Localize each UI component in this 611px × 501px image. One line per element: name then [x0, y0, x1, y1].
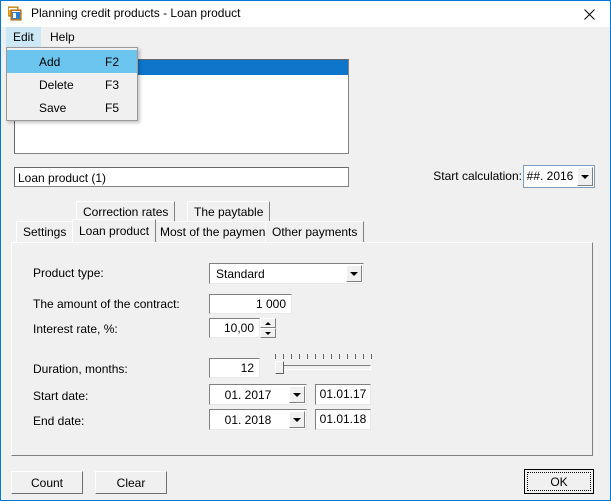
menu-edit[interactable]: Edit [6, 27, 41, 47]
window-title: Planning credit products - Loan product [31, 6, 241, 20]
tab-label: Settings [23, 225, 67, 239]
ok-button-label: OK [550, 474, 568, 489]
menu-item-add-label: Add [39, 54, 61, 69]
menu-item-add-shortcut: F2 [105, 54, 120, 69]
product-type-select[interactable]: Standard [209, 263, 364, 284]
contract-amount-input[interactable]: 1 000 [209, 294, 292, 314]
contract-amount-label: The amount of the contract: [33, 297, 180, 311]
tab-label: The paytable [194, 205, 264, 219]
title-bar: Planning credit products - Loan product [1, 1, 610, 27]
end-date-label: End date: [33, 414, 85, 428]
menu-help[interactable]: Help [43, 27, 82, 47]
interest-rate-input[interactable]: 10,00 [209, 318, 260, 338]
menu-item-save-shortcut: F5 [105, 100, 120, 115]
menu-item-delete-shortcut: F3 [105, 77, 120, 92]
product-type-label: Product type: [33, 266, 104, 280]
slider-groove [275, 365, 371, 370]
duration-label: Duration, months: [33, 362, 128, 376]
tab-loan-product[interactable]: Loan product [72, 219, 157, 242]
tab-row-bottom: Settings Loan product Most of the paymen… [11, 219, 593, 242]
stepper-up-icon[interactable] [260, 318, 276, 328]
main-window: Planning credit products - Loan product … [0, 0, 611, 501]
slider-ticks [275, 354, 373, 360]
end-date-month-select[interactable]: 01. 2018 [209, 409, 307, 430]
product-type-value: Standard [216, 267, 265, 281]
tab-strip: Correction rates The paytable Settings L… [11, 201, 593, 242]
duration-slider[interactable] [273, 354, 373, 376]
tab-label: Correction rates [83, 205, 169, 219]
start-calculation-select[interactable]: ##. 2016 [523, 165, 595, 188]
interest-rate-stepper[interactable] [260, 318, 276, 338]
close-button[interactable] [567, 1, 610, 27]
end-date-input[interactable]: 01.01.18 [315, 409, 371, 430]
menu-bar: Edit Help [1, 27, 610, 47]
windows-cascade-icon [7, 6, 24, 22]
chevron-down-icon[interactable] [289, 386, 305, 403]
chevron-down-icon[interactable] [577, 167, 593, 186]
start-calculation-label: Start calculation: [433, 169, 522, 183]
tab-label: Other payments [272, 225, 358, 239]
start-date-input[interactable]: 01.01.17 [315, 384, 371, 405]
menu-item-delete[interactable]: Delete F3 [7, 73, 137, 96]
chevron-down-icon[interactable] [346, 265, 362, 282]
menu-item-save-label: Save [39, 100, 67, 115]
chevron-down-icon[interactable] [289, 411, 305, 428]
start-date-month-value: 01. 2017 [224, 388, 272, 402]
slider-thumb[interactable] [275, 361, 284, 374]
tab-the-paytable[interactable]: The paytable [187, 201, 271, 222]
start-date-month-select[interactable]: 01. 2017 [209, 384, 307, 405]
tab-label: Loan product [79, 224, 150, 238]
start-date-label: Start date: [33, 389, 89, 403]
tab-label: Most of the payments [160, 225, 275, 239]
tab-most-of-the-payments[interactable]: Most of the payments [153, 221, 282, 242]
tab-settings[interactable]: Settings [16, 221, 74, 242]
duration-input[interactable]: 12 [209, 358, 260, 378]
menu-edit-label: Edit [13, 30, 34, 44]
interest-rate-label: Interest rate, %: [33, 322, 118, 336]
ok-button-focus-ring: OK [527, 472, 591, 491]
clear-button[interactable]: Clear [95, 471, 167, 494]
clear-button-label: Clear [116, 475, 146, 490]
menu-help-label: Help [50, 30, 75, 44]
menu-item-add[interactable]: Add F2 [7, 50, 137, 73]
tab-other-payments[interactable]: Other payments [265, 221, 365, 242]
start-calculation-value: ##. 2016 [526, 169, 574, 183]
menu-item-save[interactable]: Save F5 [7, 96, 137, 119]
count-button[interactable]: Count [11, 471, 83, 494]
count-button-label: Count [30, 475, 64, 490]
edit-dropdown-menu: Add F2 Delete F3 Save F5 [6, 47, 138, 121]
ok-button[interactable]: OK [524, 469, 594, 494]
stepper-down-icon[interactable] [260, 328, 276, 338]
end-date-month-value: 01. 2018 [224, 413, 272, 427]
product-name-input[interactable]: Loan product (1) [14, 167, 349, 187]
menu-item-delete-label: Delete [39, 77, 74, 92]
